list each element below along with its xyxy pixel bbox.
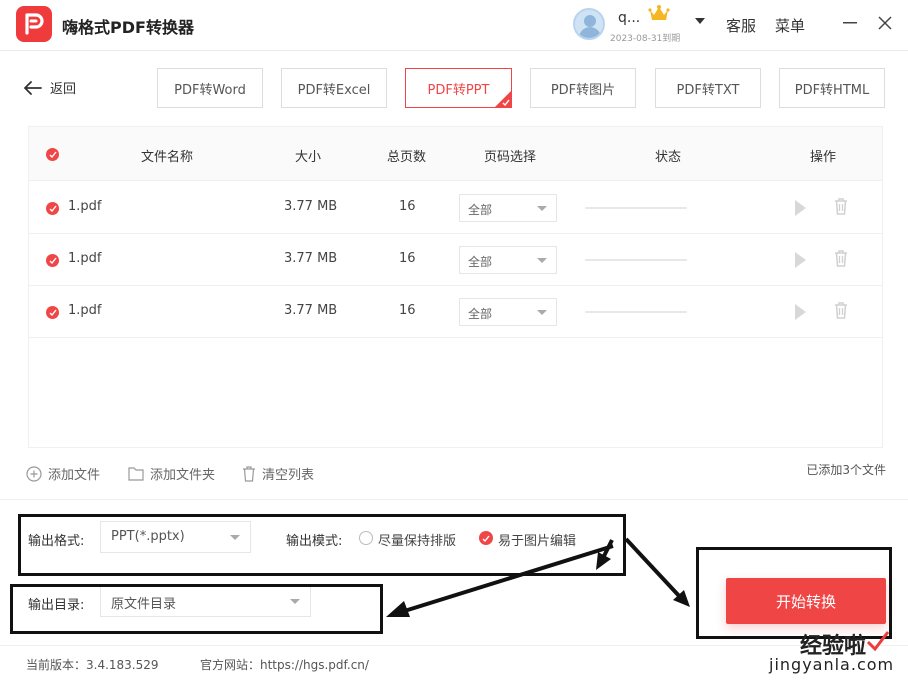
official-website-link[interactable]: 官方网站：https://hgs.pdf.cn/: [200, 656, 369, 673]
annotation-arrows: [386, 537, 690, 617]
current-version: 当前版本：3.4.183.529: [26, 658, 159, 672]
watermark-url: jingyanla.com: [769, 655, 895, 674]
checkmark-watermark-icon: [866, 631, 890, 652]
